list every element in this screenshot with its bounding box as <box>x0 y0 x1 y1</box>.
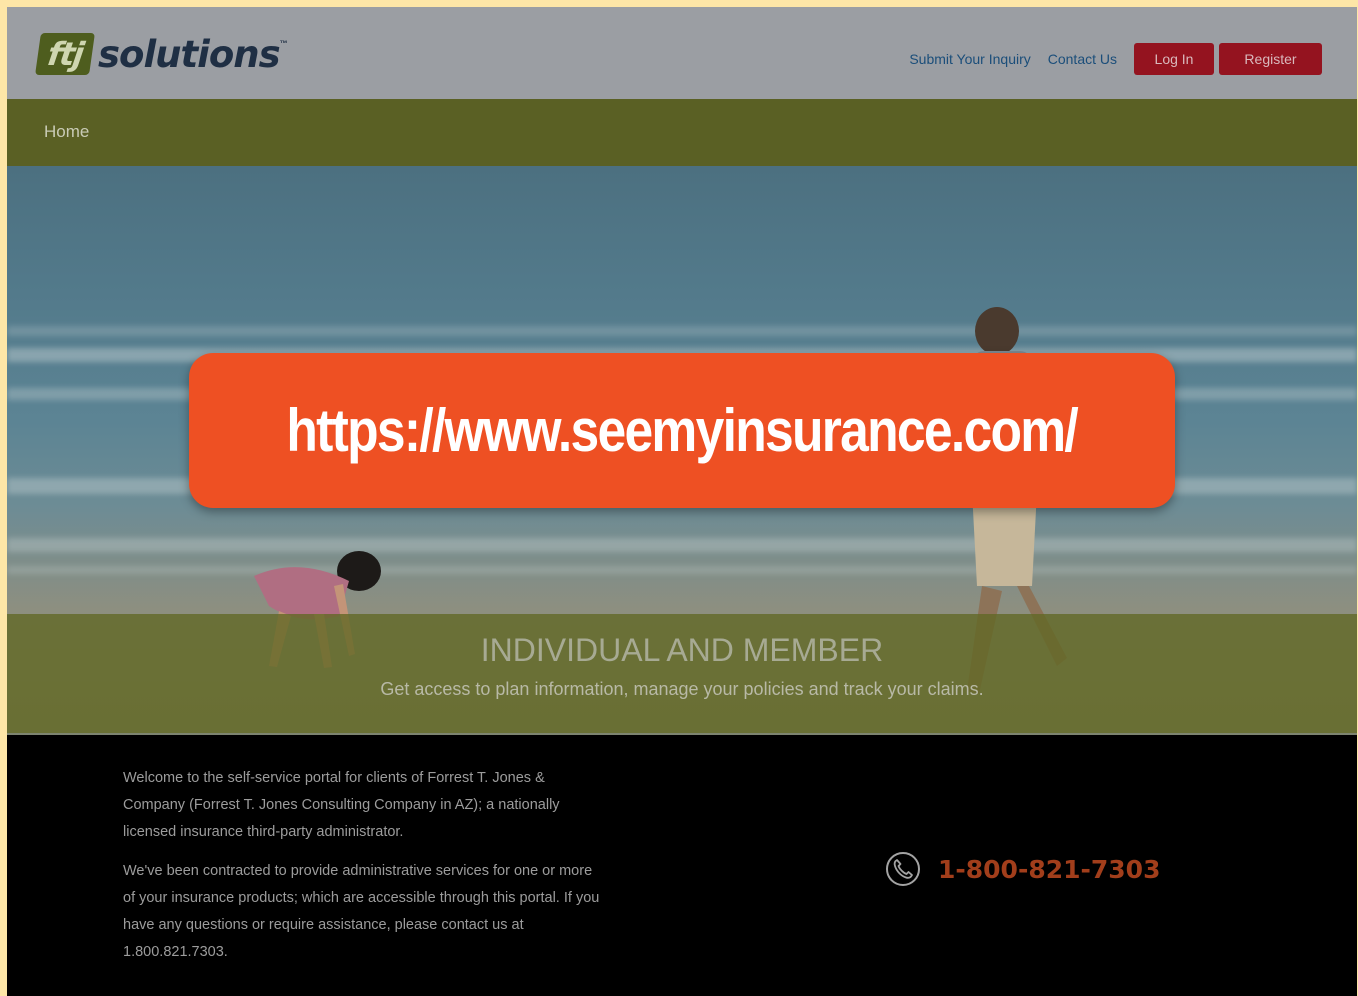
logo-wordmark: solutions <box>98 32 281 76</box>
page-frame: ftj solutions ™ Submit Your Inquiry Cont… <box>7 7 1357 996</box>
log-in-button[interactable]: Log In <box>1134 43 1214 75</box>
url-banner-text: https://www.seemyinsurance.com/ <box>286 397 1079 464</box>
site-header: ftj solutions ™ Submit Your Inquiry Cont… <box>7 7 1357 99</box>
nav-item-home[interactable]: Home <box>44 122 89 142</box>
phone-icon <box>886 852 920 886</box>
main-nav-bar: Home <box>7 99 1357 166</box>
phone-contact[interactable]: 1-800-821-7303 <box>885 851 1160 887</box>
wave-line <box>7 566 1357 574</box>
site-footer: Welcome to the self-service portal for c… <box>7 735 1357 996</box>
contracted-paragraph: We've been contracted to provide adminis… <box>123 863 600 960</box>
url-banner: https://www.seemyinsurance.com/ <box>189 353 1175 508</box>
welcome-paragraph: Welcome to the self-service portal for c… <box>123 770 560 840</box>
header-nav: Submit Your Inquiry Contact Us Log In Re… <box>892 43 1322 75</box>
submit-inquiry-link[interactable]: Submit Your Inquiry <box>909 51 1030 67</box>
hero-subtitle: Get access to plan information, manage y… <box>380 679 984 699</box>
ftj-solutions-logo[interactable]: ftj solutions ™ <box>35 31 288 77</box>
logo-mark: ftj <box>35 33 95 75</box>
hero-title: INDIVIDUAL AND MEMBER <box>480 632 884 668</box>
wave-line <box>7 538 1357 552</box>
register-button[interactable]: Register <box>1219 43 1322 75</box>
contact-us-link[interactable]: Contact Us <box>1048 51 1117 67</box>
logo-trademark: ™ <box>279 39 288 48</box>
phone-number[interactable]: 1-800-821-7303 <box>938 855 1160 884</box>
wave-line <box>7 326 1357 336</box>
